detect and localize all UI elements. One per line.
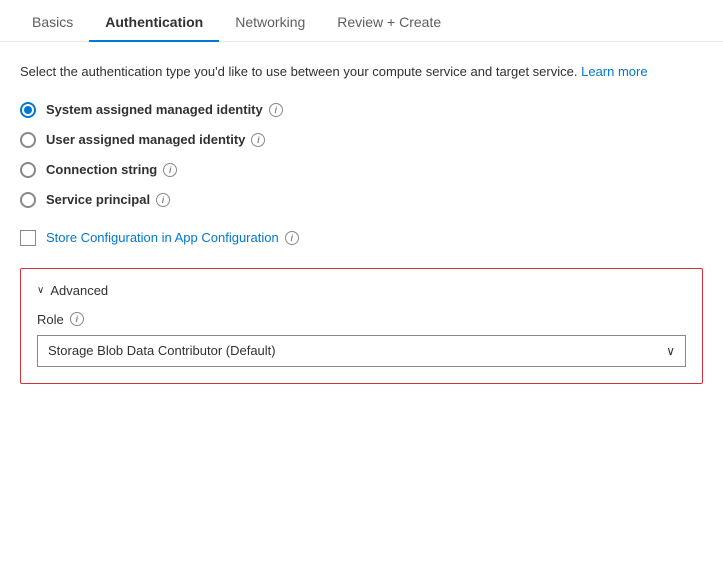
radio-item-service-principal[interactable]: Service principal i [20,192,703,208]
info-icon-store-config: i [285,231,299,245]
radio-label-user-assigned: User assigned managed identity i [46,132,265,147]
description-text: Select the authentication type you'd lik… [20,62,700,82]
main-content: Select the authentication type you'd lik… [0,42,723,404]
advanced-header[interactable]: ∨ Advanced [37,283,686,298]
store-config-label: Store Configuration in App Configuration… [46,230,299,245]
radio-item-user-assigned[interactable]: User assigned managed identity i [20,132,703,148]
store-config-checkbox-item[interactable]: Store Configuration in App Configuration… [20,230,703,246]
radio-service-principal[interactable] [20,192,36,208]
advanced-section: ∨ Advanced Role i Storage Blob Data Cont… [20,268,703,384]
description-body: Select the authentication type you'd lik… [20,64,577,79]
tab-review-create[interactable]: Review + Create [321,0,457,42]
radio-label-connection-string: Connection string i [46,162,177,177]
radio-item-system-assigned[interactable]: System assigned managed identity i [20,102,703,118]
role-label-container: Role i [37,312,686,327]
radio-connection-string[interactable] [20,162,36,178]
info-icon-service-principal: i [156,193,170,207]
authentication-radio-group: System assigned managed identity i User … [20,102,703,208]
radio-user-assigned[interactable] [20,132,36,148]
tab-basics[interactable]: Basics [16,0,89,42]
info-icon-role: i [70,312,84,326]
radio-label-system-assigned: System assigned managed identity i [46,102,283,117]
tab-authentication[interactable]: Authentication [89,0,219,42]
radio-system-assigned[interactable] [20,102,36,118]
radio-label-service-principal: Service principal i [46,192,170,207]
advanced-title: Advanced [50,283,108,298]
learn-more-link[interactable]: Learn more [581,64,647,79]
nav-tabs: Basics Authentication Networking Review … [0,0,723,42]
info-icon-system-assigned: i [269,103,283,117]
tab-networking[interactable]: Networking [219,0,321,42]
role-label-text: Role [37,312,64,327]
store-config-checkbox[interactable] [20,230,36,246]
dropdown-chevron-icon: ∨ [666,344,675,358]
info-icon-user-assigned: i [251,133,265,147]
advanced-chevron-icon: ∨ [37,285,44,296]
radio-item-connection-string[interactable]: Connection string i [20,162,703,178]
role-dropdown[interactable]: Storage Blob Data Contributor (Default) … [37,335,686,367]
dropdown-selected-value: Storage Blob Data Contributor (Default) [48,343,276,358]
info-icon-connection-string: i [163,163,177,177]
